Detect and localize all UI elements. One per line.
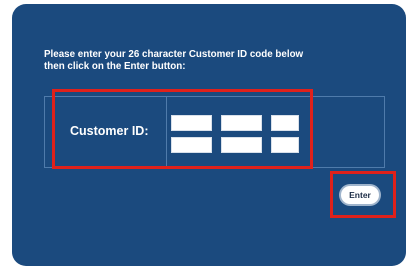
instructions-line-1: Please enter your 26 character Customer … — [44, 49, 304, 60]
customer-id-highlight — [52, 89, 313, 169]
instructions-line-2: then click on the Enter button: — [44, 61, 186, 72]
instructions-text: Please enter your 26 character Customer … — [44, 49, 394, 73]
enter-button-highlight — [330, 171, 396, 218]
